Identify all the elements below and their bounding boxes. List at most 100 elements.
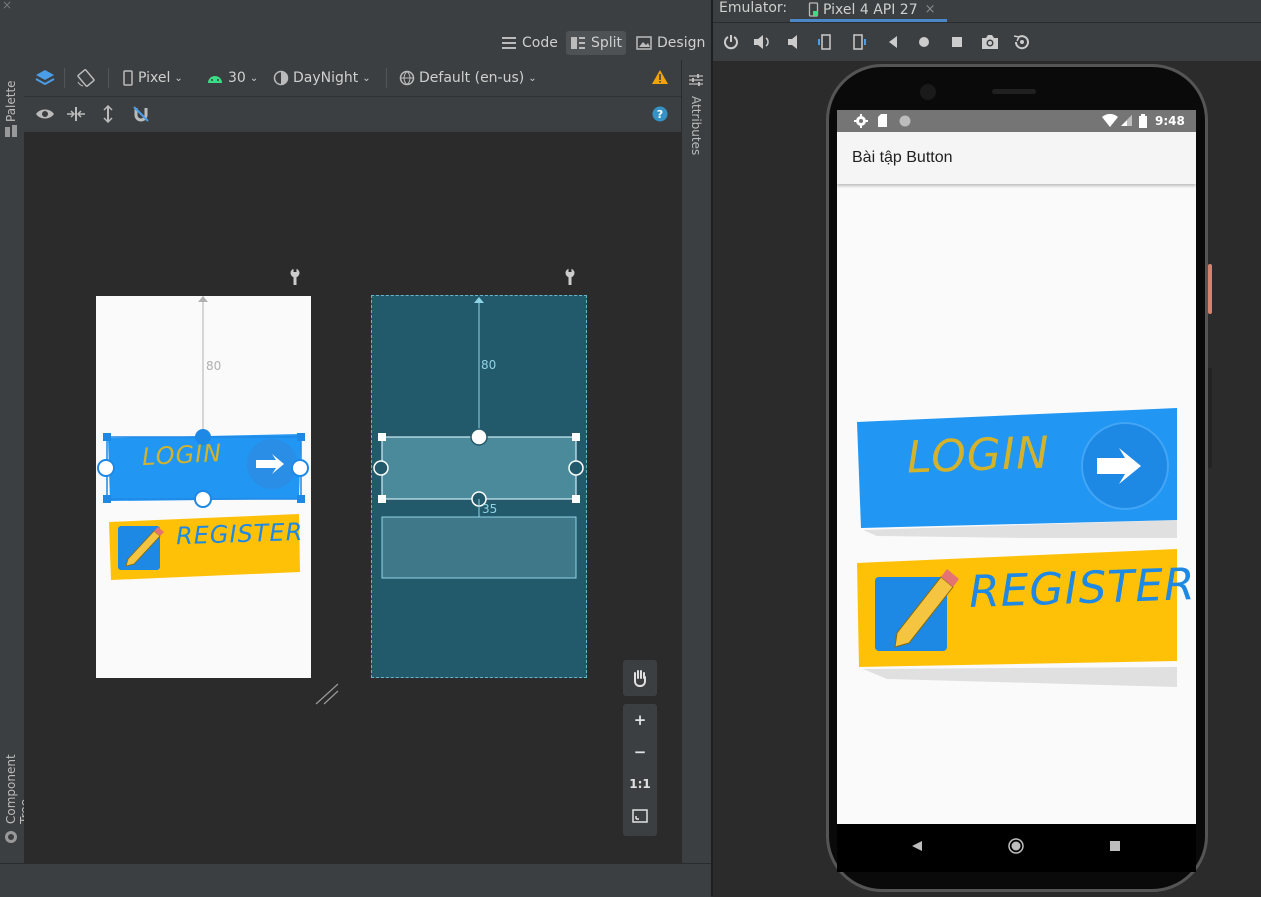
image-icon [636,36,652,50]
chevron-down-icon: ⌄ [174,72,183,84]
login-button[interactable]: LOGIN [857,408,1177,538]
emulator-label: Emulator: [719,0,788,16]
close-icon[interactable]: × [2,0,12,12]
rotate-orientation-icon[interactable] [75,68,97,88]
phone-power-button[interactable] [1208,264,1212,314]
cell-signal-icon [1120,114,1133,127]
pan-button[interactable] [623,660,657,696]
resize-handle-icon[interactable] [314,682,340,706]
plus-icon: + [633,711,647,729]
blueprint-screen[interactable]: 80 35 [371,295,587,678]
device-icon [808,2,819,17]
emulator-device-tab[interactable]: Pixel 4 API 27 × [790,0,947,22]
design-preview-screen[interactable]: 80 LOGIN REGISTER [96,296,311,678]
phone-icon [122,70,134,86]
emulator-toolbar [713,23,1261,62]
overview-icon[interactable] [951,36,963,48]
code-mode-label: Code [522,35,558,51]
nav-overview-icon[interactable] [1109,840,1121,852]
eye-icon[interactable] [35,107,55,121]
snapshot-restore-icon[interactable] [1012,33,1032,51]
separator [64,68,65,88]
attributes-rail: Attributes [681,60,712,863]
palette-label: Palette [4,80,18,122]
close-tab-icon[interactable]: × [925,2,936,17]
theme-label: DayNight [293,70,359,86]
nav-home-icon[interactable] [1008,838,1024,854]
zoom-out-button[interactable]: − [623,736,657,768]
earpiece [992,89,1036,94]
layers-icon[interactable] [34,68,56,88]
vertical-constraint-icon[interactable] [101,105,115,123]
globe-icon [4,830,18,844]
volume-down-icon[interactable] [787,34,801,50]
separator [108,68,109,88]
magnet-off-icon[interactable] [132,105,150,123]
editor-tab-strip: × [0,0,711,24]
theme-selector[interactable]: DayNight ⌄ [273,68,371,88]
help-icon[interactable]: ? [652,106,668,122]
split-mode-button[interactable]: Split [566,31,627,55]
view-mode-bar: Code Split Design [0,24,711,61]
chevron-down-icon: ⌄ [362,72,371,84]
palette-icon [4,124,18,138]
power-icon[interactable] [723,34,739,50]
attributes-label: Attributes [689,96,703,156]
warning-icon[interactable] [651,69,669,85]
bottom-status-bar [0,863,711,897]
design-mode-button[interactable]: Design [632,31,709,55]
zoom-in-button[interactable]: + [623,704,657,736]
blueprint-top-margin-label: 80 [481,358,497,372]
chevron-down-icon: ⌄ [528,72,537,84]
emulator-tab-label: Pixel 4 API 27 [823,1,918,18]
zoom-to-fit-button[interactable] [623,800,657,832]
blueprint-overlay [373,297,584,579]
status-time: 9:48 [1155,114,1185,128]
code-lines-icon [501,36,517,50]
theme-icon [273,70,289,86]
split-view-icon [570,36,586,50]
settings-gear-icon [854,114,868,128]
register-preview-text: REGISTER [175,517,304,551]
hand-icon [623,660,657,696]
constraint-toolbar: ? [24,97,681,133]
minus-icon: − [633,743,647,761]
nav-back-icon[interactable] [911,840,923,852]
login-preview-text: LOGIN [141,438,223,472]
wifi-icon [1102,114,1118,127]
app-bar: Bài tập Button [837,132,1196,184]
register-button-text: REGISTER [968,559,1196,618]
wrench-icon[interactable] [563,268,577,286]
device-screen[interactable]: 9:48 Bài tập Button LOGIN REGISTER [837,110,1196,824]
rotate-left-icon[interactable] [817,33,835,51]
device-selector[interactable]: Pixel ⌄ [122,68,183,88]
camera-icon[interactable] [980,34,1000,50]
register-button[interactable]: REGISTER [857,547,1196,687]
phone-volume-button[interactable] [1208,368,1212,468]
palette-rail: Palette Component Tree [0,60,32,863]
rotate-right-icon[interactable] [849,33,867,51]
phone-chin [837,868,1196,872]
blueprint-gap-label: 35 [482,502,498,516]
status-bar: 9:48 [837,110,1196,132]
device-label: Pixel [138,70,171,86]
device-nav-bar [837,824,1196,868]
volume-up-icon[interactable] [753,34,771,50]
locale-label: Default (en-us) [419,70,525,86]
api-level-selector[interactable]: 30 ⌄ [206,68,258,88]
design-toolbar: Pixel ⌄ 30 ⌄ DayNight ⌄ Default (en-us) … [24,60,681,97]
zoom-actual-size-label: 1:1 [629,777,651,791]
svg-text:?: ? [657,108,663,121]
app-title: Bài tập Button [852,149,953,166]
locale-selector[interactable]: Default (en-us) ⌄ [399,68,537,88]
code-mode-button[interactable]: Code [497,31,562,55]
horizontal-constraint-icon[interactable] [66,106,86,122]
constraint-overlay [97,296,309,580]
home-icon[interactable] [918,36,930,48]
globe-icon [399,70,415,86]
top-margin-label: 80 [206,359,222,373]
zoom-actual-size-button[interactable]: 1:1 [623,768,657,800]
wrench-icon[interactable] [288,268,302,286]
back-icon[interactable] [887,35,899,49]
login-button-text: LOGIN [906,427,1051,484]
